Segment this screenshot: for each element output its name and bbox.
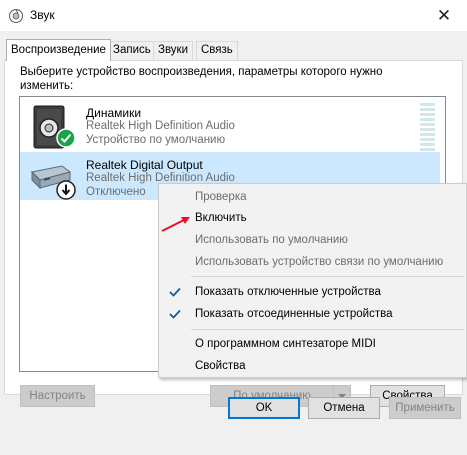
tab-playback[interactable]: Воспроизведение [6, 39, 111, 61]
tab-recording[interactable]: Запись [108, 41, 156, 60]
ok-button[interactable]: OK [228, 397, 300, 419]
annotation-arrow-icon [161, 217, 190, 232]
disabled-arrow-badge-icon [56, 180, 76, 200]
menu-separator [191, 276, 464, 277]
instruction-text: Выберите устройство воспроизведения, пар… [20, 66, 383, 92]
menu-item-test[interactable]: Проверка [195, 187, 247, 207]
checkmark-icon [168, 285, 182, 299]
device-status: Устройство по умолчанию [86, 134, 226, 146]
default-check-badge-icon [56, 128, 76, 148]
sound-app-icon [8, 8, 24, 24]
checkmark-icon [168, 307, 182, 321]
window-title: Звук [30, 8, 55, 22]
menu-item-show-disconnected[interactable]: Показать отсоединенные устройства [195, 304, 392, 324]
apply-button[interactable]: Применить [389, 397, 461, 419]
volume-level-meter [420, 103, 435, 153]
close-icon: ✕ [436, 5, 452, 25]
menu-item-set-default-comm[interactable]: Использовать устройство связи по умолчан… [195, 252, 443, 272]
device-driver: Realtek High Definition Audio [86, 120, 235, 132]
tab-communications[interactable]: Связь [196, 41, 238, 60]
menu-item-properties[interactable]: Свойства [195, 356, 246, 376]
cancel-button[interactable]: Отмена [308, 397, 380, 419]
menu-item-show-disabled[interactable]: Показать отключенные устройства [195, 282, 381, 302]
device-name: Динамики [86, 106, 142, 120]
device-status: Отключено [86, 186, 146, 198]
device-item-speakers[interactable]: Динамики Realtek High Definition Audio У… [20, 100, 440, 149]
configure-button[interactable]: Настроить [20, 385, 95, 407]
tab-sounds[interactable]: Звуки [153, 41, 194, 60]
device-name: Realtek Digital Output [86, 158, 203, 172]
menu-item-enable[interactable]: Включить [195, 208, 247, 228]
menu-item-set-default[interactable]: Использовать по умолчанию [195, 230, 348, 250]
title-bar: Звук ✕ [0, 0, 467, 31]
menu-separator [191, 329, 464, 330]
context-menu: Проверка Включить Использовать по умолча… [158, 183, 467, 378]
menu-item-midi-synth[interactable]: О программном синтезаторе MIDI [195, 334, 376, 354]
close-button[interactable]: ✕ [421, 0, 467, 31]
